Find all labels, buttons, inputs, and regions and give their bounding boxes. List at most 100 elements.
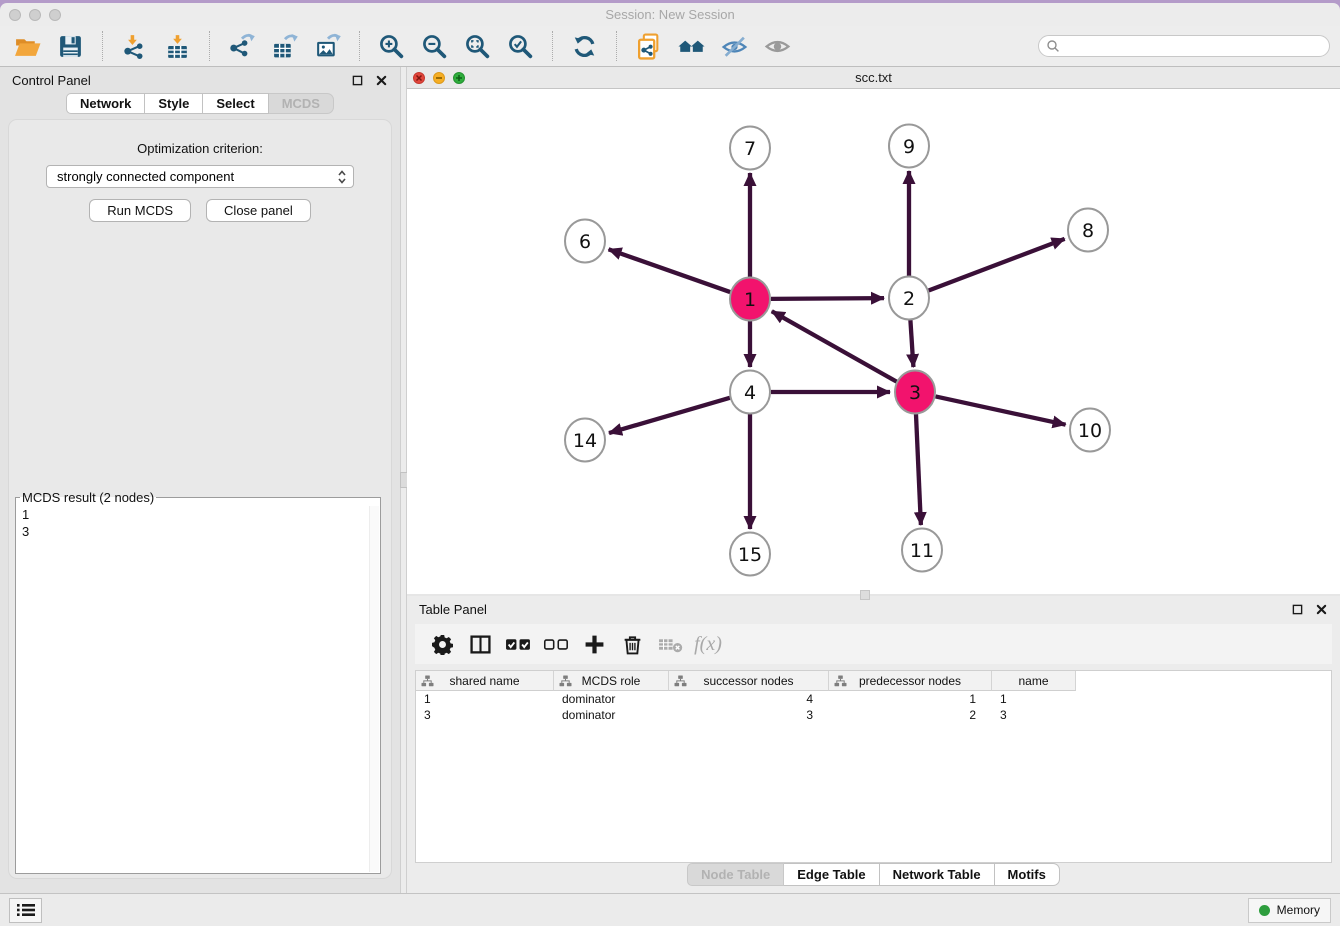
result-scrollbar[interactable] <box>369 506 379 872</box>
graph-node-label-14: 14 <box>573 430 597 452</box>
run-mcds-button[interactable]: Run MCDS <box>89 199 191 222</box>
zoom-window-button[interactable] <box>49 9 61 21</box>
close-table-panel-icon[interactable] <box>1314 603 1328 617</box>
table-cell[interactable]: 4 <box>669 691 829 707</box>
tab-select[interactable]: Select <box>203 93 268 114</box>
tab-node-table[interactable]: Node Table <box>687 863 784 886</box>
column-label: MCDS role <box>582 674 641 688</box>
criterion-dropdown[interactable]: strongly connected component <box>46 165 354 188</box>
column-header-name[interactable]: name <box>992 671 1076 691</box>
task-history-button[interactable] <box>9 898 42 923</box>
deselect-all-button[interactable] <box>537 628 575 660</box>
delete-column-icon <box>622 634 643 655</box>
graph-node-label-9: 9 <box>903 136 915 158</box>
minimize-view-button[interactable] <box>433 72 445 84</box>
column-header-successor-nodes[interactable]: successor nodes <box>669 671 829 691</box>
table-row[interactable]: 1dominator411 <box>416 691 1331 707</box>
hierarchy-icon <box>559 675 572 687</box>
column-label: shared name <box>449 674 519 688</box>
table-cell[interactable]: 3 <box>992 707 1076 723</box>
tab-edge-table[interactable]: Edge Table <box>784 863 879 886</box>
horizontal-splitter[interactable] <box>407 594 1340 596</box>
network-canvas[interactable]: 7968124314101511 <box>407 89 1340 594</box>
graph-edge-3-11[interactable] <box>916 413 921 525</box>
export-image-button[interactable] <box>312 31 343 62</box>
import-network-button[interactable] <box>119 31 150 62</box>
column-header-shared-name[interactable]: shared name <box>416 671 554 691</box>
graph-edge-3-1[interactable] <box>772 311 897 381</box>
zoom-fit-button[interactable] <box>462 31 493 62</box>
close-panel-button[interactable]: Close panel <box>206 199 311 222</box>
search-box[interactable] <box>1038 35 1330 57</box>
graph-node-label-11: 11 <box>910 540 934 562</box>
graph-edge-3-10[interactable] <box>936 396 1066 424</box>
save-session-button[interactable] <box>55 31 86 62</box>
title-bar: Session: New Session <box>0 3 1340 26</box>
export-network-button[interactable] <box>226 31 257 62</box>
graph-edge-1-2[interactable] <box>771 298 884 299</box>
zoom-in-button[interactable] <box>376 31 407 62</box>
table-row[interactable]: 3dominator323 <box>416 707 1331 723</box>
delete-column-button[interactable] <box>613 628 651 660</box>
zoom-out-button[interactable] <box>419 31 450 62</box>
toggle-panel-button[interactable] <box>461 628 499 660</box>
float-table-panel-icon[interactable] <box>1290 603 1304 617</box>
minimize-window-button[interactable] <box>29 9 41 21</box>
control-panel-header: Control Panel <box>0 67 400 93</box>
memory-button[interactable]: Memory <box>1248 898 1331 923</box>
vertical-splitter[interactable] <box>400 67 407 893</box>
close-view-button[interactable] <box>413 72 425 84</box>
graph-edge-4-14[interactable] <box>609 398 730 433</box>
control-panel-tabs: NetworkStyleSelectMCDS <box>0 93 400 114</box>
close-window-button[interactable] <box>9 9 21 21</box>
show-graphics-button[interactable] <box>762 31 793 62</box>
search-icon <box>1046 39 1060 53</box>
column-header-predecessor-nodes[interactable]: predecessor nodes <box>829 671 992 691</box>
horizontal-splitter-handle[interactable] <box>860 590 870 600</box>
table-cell[interactable]: 1 <box>416 691 554 707</box>
column-header-MCDS-role[interactable]: MCDS role <box>554 671 669 691</box>
table-cell[interactable]: 2 <box>829 707 992 723</box>
toolbar-group <box>364 31 548 62</box>
table-cell[interactable]: 1 <box>829 691 992 707</box>
import-table-button[interactable] <box>162 31 193 62</box>
hide-graphics-button[interactable] <box>719 31 750 62</box>
maximize-view-button[interactable] <box>453 72 465 84</box>
network-view-window: scc.txt 7968124314101511 <box>407 67 1340 594</box>
open-session-button[interactable] <box>12 31 43 62</box>
table-cell[interactable]: dominator <box>554 691 669 707</box>
table-cell[interactable]: 3 <box>669 707 829 723</box>
network-graph[interactable]: 7968124314101511 <box>407 89 1340 594</box>
control-panel: Control Panel NetworkStyleSelectMCDS Opt… <box>0 67 400 893</box>
export-table-button[interactable] <box>269 31 300 62</box>
node-table[interactable]: shared name MCDS role successor nodesprede… <box>415 670 1332 863</box>
tab-style[interactable]: Style <box>145 93 203 114</box>
graph-edge-1-6[interactable] <box>609 249 731 292</box>
float-panel-icon[interactable] <box>350 73 364 87</box>
zoom-selected-button[interactable] <box>505 31 536 62</box>
home-button[interactable] <box>676 31 707 62</box>
table-settings-gear-button[interactable] <box>423 628 461 660</box>
hierarchy-icon <box>834 675 847 687</box>
refresh-button[interactable] <box>569 31 600 62</box>
select-all-button[interactable] <box>499 628 537 660</box>
graph-edge-2-3[interactable] <box>910 319 913 367</box>
function-builder-button: f(x) <box>689 628 727 660</box>
table-cell[interactable]: 3 <box>416 707 554 723</box>
mcds-panel: Optimization criterion: strongly connect… <box>8 119 392 879</box>
table-cell[interactable]: 1 <box>992 691 1076 707</box>
tab-mcds[interactable]: MCDS <box>269 93 334 114</box>
tab-network-table[interactable]: Network Table <box>880 863 995 886</box>
table-panel-header: Table Panel <box>407 596 1340 623</box>
table-cell[interactable]: dominator <box>554 707 669 723</box>
graph-edge-2-8[interactable] <box>929 239 1065 291</box>
duplicate-network-button[interactable] <box>633 31 664 62</box>
zoom-fit-icon <box>464 33 491 60</box>
tab-network[interactable]: Network <box>66 93 145 114</box>
tab-motifs[interactable]: Motifs <box>995 863 1060 886</box>
show-graphics-icon <box>764 33 791 60</box>
hierarchy-icon <box>421 675 434 687</box>
search-input[interactable] <box>1065 38 1322 54</box>
close-panel-icon[interactable] <box>374 73 388 87</box>
add-column-button[interactable] <box>575 628 613 660</box>
